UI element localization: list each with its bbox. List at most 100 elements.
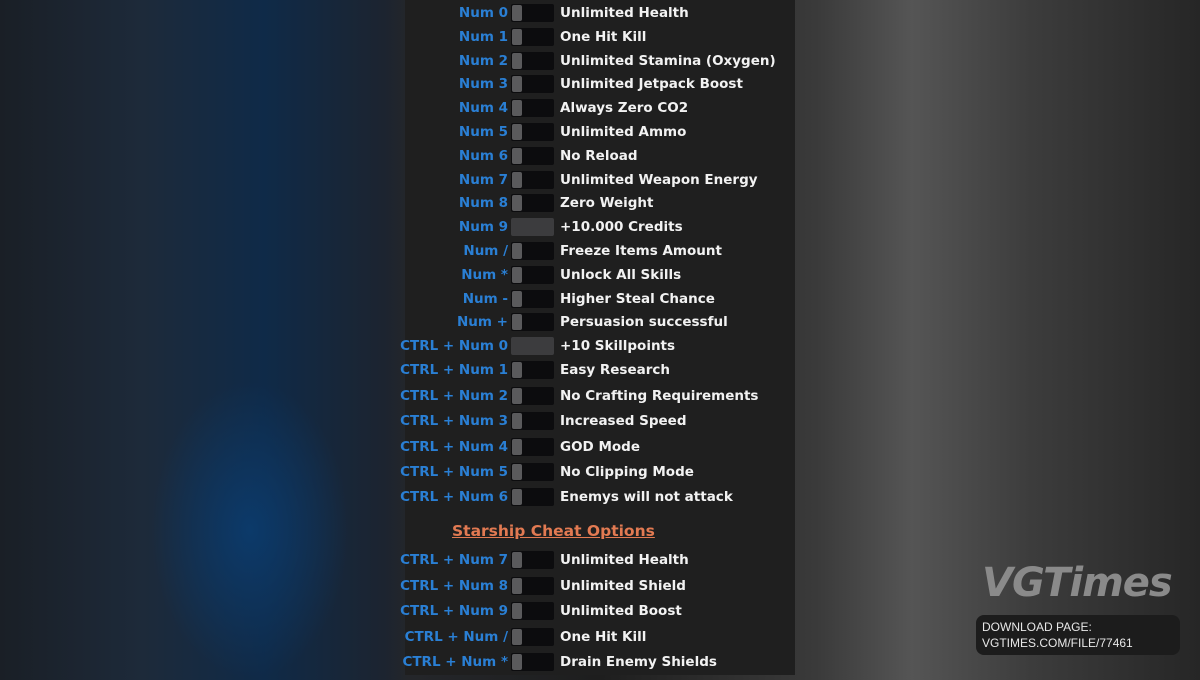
cheat-row: Num / Freeze Items Amount <box>405 240 795 262</box>
toggle-switch[interactable] <box>511 99 554 118</box>
section-title-starship: Starship Cheat Options <box>452 522 655 540</box>
toggle-switch[interactable] <box>511 170 554 189</box>
hotkey-label: Num 2 <box>458 52 508 69</box>
cheat-row: Num - Higher Steal Chance <box>405 288 795 310</box>
hotkey-label: CTRL + Num 8 <box>400 577 508 594</box>
cheat-row: Num 7 Unlimited Weapon Energy <box>405 169 795 191</box>
toggle-switch[interactable] <box>511 653 554 671</box>
toggle-switch[interactable] <box>511 242 554 260</box>
cheat-row: CTRL + Num * Drain Enemy Shields <box>402 651 795 673</box>
hotkey-label: Num / <box>463 243 508 259</box>
cheat-label: +10.000 Credits <box>560 219 683 236</box>
cheat-row: Num 6 No Reload <box>405 145 795 167</box>
hotkey-label: CTRL + Num 4 <box>400 438 508 455</box>
download-line-1: DOWNLOAD PAGE: <box>982 620 1092 634</box>
cheat-label: GOD Mode <box>560 438 640 455</box>
toggle-switch[interactable] <box>511 75 554 94</box>
toggle-switch[interactable] <box>511 627 554 646</box>
hotkey-label: Num 8 <box>458 195 508 212</box>
cheat-row: Num 4 Always Zero CO2 <box>405 97 795 119</box>
cheat-label: Unlimited Weapon Energy <box>560 171 758 188</box>
cheat-row: CTRL + Num 6 Enemys will not attack <box>400 486 795 508</box>
cheat-row: CTRL + Num 3 Increased Speed <box>400 410 795 432</box>
toggle-switch[interactable] <box>511 551 554 569</box>
hotkey-label: CTRL + Num 6 <box>400 489 508 506</box>
toggle-knob <box>512 628 522 645</box>
toggle-switch[interactable] <box>511 51 554 70</box>
hotkey-label: Num 5 <box>458 124 508 140</box>
toggle-switch[interactable] <box>511 463 554 481</box>
toggle-knob <box>512 438 522 455</box>
background-blur <box>150 380 350 680</box>
cheat-row: Num 0 Unlimited Health <box>405 2 795 24</box>
hotkey-label: Num 7 <box>458 171 508 188</box>
toggle-switch[interactable] <box>511 289 554 308</box>
cheat-label: Unlock All Skills <box>560 266 682 283</box>
cheat-label: Unlimited Boost <box>560 603 682 619</box>
cheat-label: One Hit Kill <box>560 628 647 645</box>
hotkey-label: CTRL + Num 2 <box>400 387 508 404</box>
toggle-switch[interactable] <box>511 602 554 620</box>
toggle-switch[interactable] <box>511 4 554 22</box>
toggle-switch[interactable] <box>511 386 554 405</box>
toggle-knob <box>512 52 522 69</box>
cheat-label: Unlimited Ammo <box>560 124 687 140</box>
cheat-label: +10 Skillpoints <box>560 338 676 355</box>
hotkey-label: Num 1 <box>458 28 508 45</box>
toggle-knob <box>512 147 522 164</box>
toggle-knob <box>512 28 522 45</box>
activate-button[interactable] <box>511 218 554 237</box>
hotkey-label: Num 4 <box>458 100 508 117</box>
cheat-label: One Hit Kill <box>560 28 647 45</box>
cheat-label: Easy Research <box>560 362 670 379</box>
cheat-label: Higher Steal Chance <box>560 290 715 307</box>
hotkey-label: CTRL + Num 9 <box>400 603 508 619</box>
toggle-switch[interactable] <box>511 123 554 141</box>
download-info: DOWNLOAD PAGE: VGTIMES.COM/FILE/77461 <box>976 615 1180 655</box>
toggle-knob <box>512 100 522 117</box>
hotkey-label: Num - <box>462 290 508 307</box>
toggle-knob <box>512 5 522 21</box>
toggle-knob <box>512 76 522 93</box>
toggle-switch[interactable] <box>511 488 554 507</box>
hotkey-label: CTRL + Num 3 <box>400 413 508 430</box>
cheat-row: Num 2 Unlimited Stamina (Oxygen) <box>405 50 795 72</box>
toggle-knob <box>512 552 522 568</box>
cheat-label: No Crafting Requirements <box>560 387 759 404</box>
cheat-row: Num 3 Unlimited Jetpack Boost <box>405 73 795 95</box>
toggle-knob <box>512 654 522 670</box>
toggle-knob <box>512 387 522 404</box>
cheat-label: No Clipping Mode <box>560 464 694 480</box>
activate-button[interactable] <box>511 337 554 356</box>
toggle-switch[interactable] <box>511 576 554 595</box>
cheat-row: CTRL + Num 2 No Crafting Requirements <box>400 385 795 407</box>
toggle-knob <box>512 124 522 140</box>
cheat-label: Drain Enemy Shields <box>560 654 717 670</box>
toggle-switch[interactable] <box>511 265 554 284</box>
cheat-label: Enemys will not attack <box>560 489 733 506</box>
toggle-switch[interactable] <box>511 361 554 380</box>
hotkey-label: Num 9 <box>458 219 508 236</box>
hotkey-label: Num 0 <box>458 5 508 21</box>
toggle-knob <box>512 171 522 188</box>
toggle-switch[interactable] <box>511 27 554 46</box>
toggle-switch[interactable] <box>511 194 554 213</box>
cheat-row: CTRL + Num 1 Easy Research <box>400 359 795 381</box>
cheat-row: Num 9 +10.000 Credits <box>405 216 795 238</box>
cheat-row: Num 5 Unlimited Ammo <box>405 121 795 143</box>
cheat-row: CTRL + Num 4 GOD Mode <box>400 436 795 458</box>
cheat-label: Always Zero CO2 <box>560 100 689 117</box>
cheat-label: Persuasion successful <box>560 314 728 331</box>
toggle-switch[interactable] <box>511 437 554 456</box>
toggle-switch[interactable] <box>511 313 554 332</box>
cheat-row: CTRL + Num 8 Unlimited Shield <box>400 575 795 597</box>
cheat-label: Unlimited Jetpack Boost <box>560 76 743 93</box>
toggle-knob <box>512 603 522 619</box>
vgtimes-logo: VGTimes <box>982 560 1173 606</box>
hotkey-label: Num + <box>457 314 508 331</box>
cheat-label: No Reload <box>560 147 638 164</box>
cheat-row: CTRL + Num 7 Unlimited Health <box>400 549 795 571</box>
toggle-switch[interactable] <box>511 146 554 165</box>
hotkey-label: Num 6 <box>458 147 508 164</box>
toggle-switch[interactable] <box>511 412 554 431</box>
